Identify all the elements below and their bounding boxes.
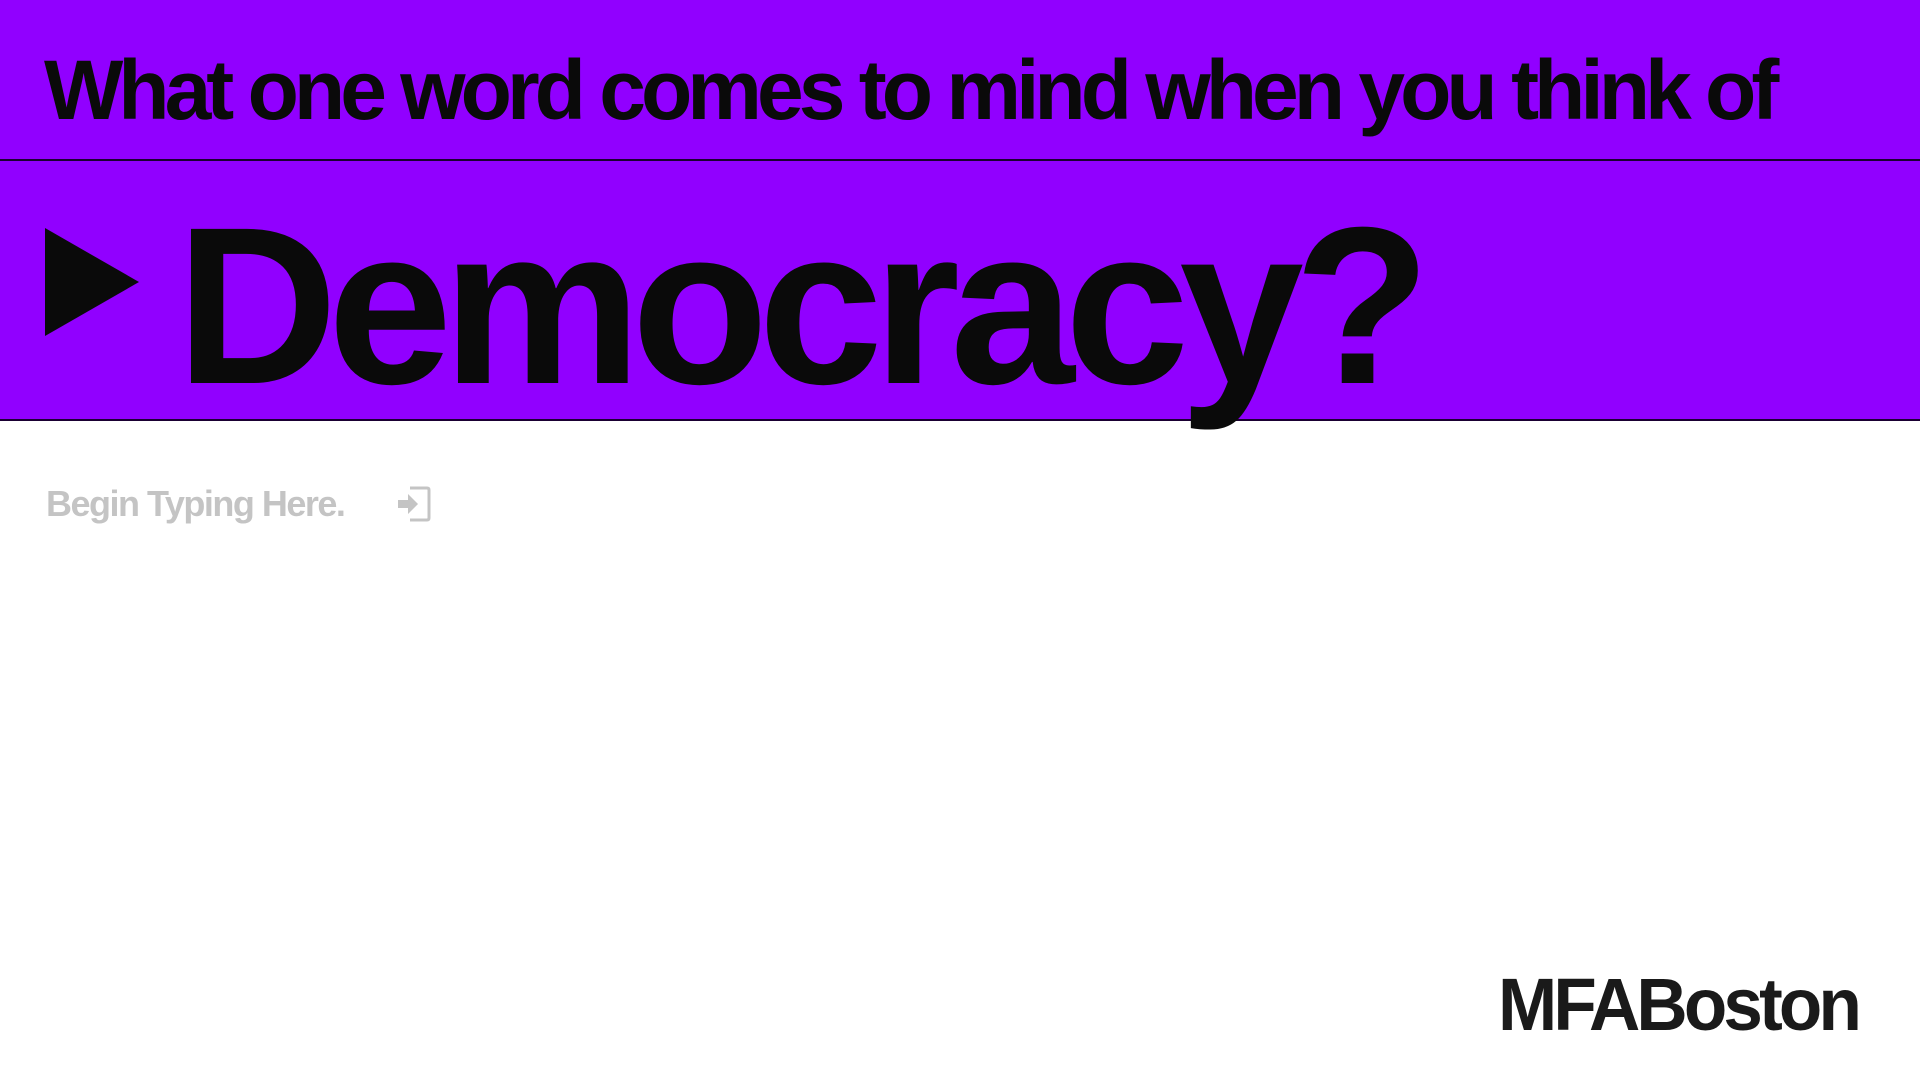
question-band: What one word comes to mind when you thi… — [0, 0, 1920, 161]
keyword-text: Democracy? — [176, 181, 1431, 431]
mfa-boston-logo: MFABoston — [1498, 968, 1860, 1040]
answer-row — [46, 476, 432, 532]
question-text: What one word comes to mind when you thi… — [44, 43, 1779, 137]
svg-text:MFABoston: MFABoston — [1498, 968, 1858, 1040]
enter-arrow-icon[interactable] — [396, 485, 432, 523]
play-triangle-icon — [45, 228, 139, 336]
answer-input[interactable] — [46, 483, 386, 525]
